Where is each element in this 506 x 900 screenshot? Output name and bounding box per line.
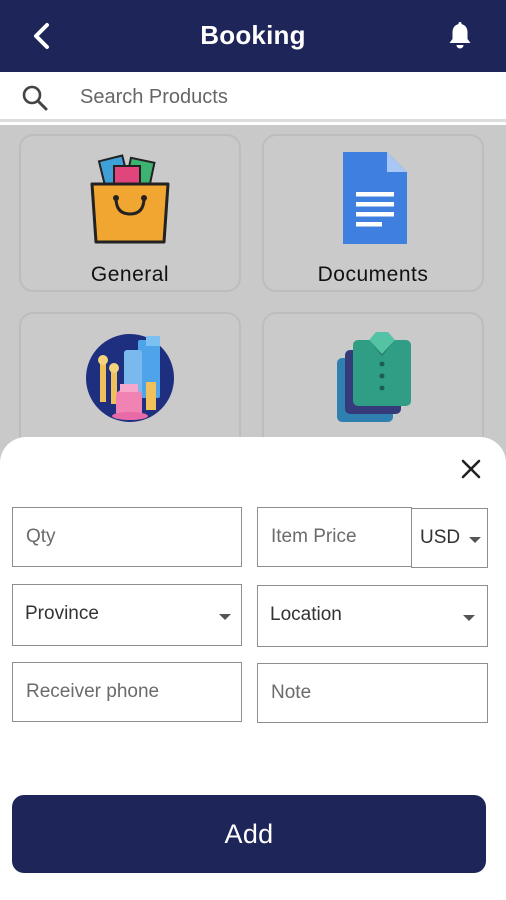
search-icon (22, 85, 48, 111)
category-grid: General Documents (0, 125, 506, 470)
note-field[interactable] (257, 663, 488, 723)
category-card-general[interactable]: General (19, 134, 241, 292)
close-icon (461, 459, 481, 479)
clothes-icon (337, 332, 411, 422)
item-price-input[interactable] (258, 508, 411, 566)
bell-icon (449, 22, 471, 49)
cosmetics-icon (86, 334, 174, 422)
shopping-bag-icon (90, 154, 170, 244)
chevron-down-icon (469, 537, 481, 543)
item-price-field[interactable] (257, 507, 412, 567)
notification-button[interactable] (444, 20, 476, 52)
receiver-phone-input[interactable] (13, 663, 241, 721)
province-value: Province (25, 603, 99, 624)
document-icon (343, 152, 407, 244)
currency-value: USD (420, 527, 461, 548)
location-value: Location (270, 604, 342, 625)
add-button[interactable]: Add (12, 795, 486, 873)
category-label: General (90, 263, 170, 286)
chevron-down-icon (463, 615, 475, 621)
note-input[interactable] (258, 664, 487, 722)
qty-input[interactable] (13, 508, 241, 566)
chevron-down-icon (219, 614, 231, 620)
currency-select[interactable]: USD (411, 508, 488, 568)
province-select[interactable]: Province (12, 584, 242, 646)
close-button[interactable] (456, 454, 486, 484)
qty-field[interactable] (12, 507, 242, 567)
category-card-documents[interactable]: Documents (262, 134, 484, 292)
search-bar (0, 72, 506, 122)
page-title: Booking (200, 20, 306, 50)
location-select[interactable]: Location (257, 585, 488, 647)
receiver-phone-field[interactable] (12, 662, 242, 722)
category-label: Documents (317, 263, 429, 286)
search-input[interactable] (80, 80, 480, 114)
app-header: Booking (0, 0, 506, 72)
